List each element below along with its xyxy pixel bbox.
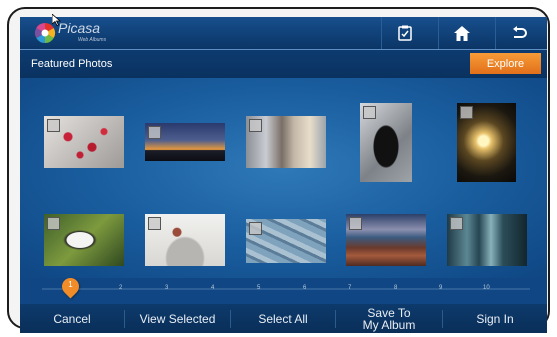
timeline-page[interactable]: 7 [348,285,351,291]
photo-thumbnail[interactable] [44,116,124,168]
timeline-track [42,288,530,290]
photo-thumbnail[interactable] [44,214,124,266]
home-button[interactable] [438,17,485,49]
photo-checkbox[interactable] [450,217,463,230]
app-title: Picasa [58,20,101,36]
timeline-page[interactable]: 2 [119,285,122,291]
timeline-page[interactable]: 5 [257,285,260,291]
photo-checkbox[interactable] [249,222,262,235]
back-arrow-icon [513,26,527,38]
mouse-cursor-icon [52,14,61,26]
timeline-page[interactable]: 3 [165,285,168,291]
top-bar: Picasa Web Albums [20,17,547,50]
bottom-bar: Cancel View Selected Select All Save To … [20,304,547,333]
page-timeline[interactable]: 1 2 3 4 5 6 7 8 9 10 [20,274,547,304]
photo-checkbox[interactable] [148,217,161,230]
app-subtitle: Web Albums [78,37,107,43]
photo-thumbnail[interactable] [447,214,527,266]
home-icon [454,25,470,41]
photo-checkbox[interactable] [349,217,362,230]
photo-thumbnail[interactable] [145,214,225,266]
timeline-current-label: 1 [68,280,73,289]
clipboard-button[interactable] [381,17,428,49]
photo-thumbnail[interactable] [145,123,225,161]
photo-checkbox[interactable] [363,106,376,119]
timeline-page[interactable]: 9 [439,285,442,291]
photo-checkbox[interactable] [249,119,262,132]
save-label-line2: My Album [362,317,416,332]
select-all-button[interactable]: Select All [231,304,335,333]
explore-button[interactable]: Explore [470,53,541,74]
photo-grid [20,78,547,278]
photo-checkbox[interactable] [148,126,161,139]
photo-thumbnail[interactable] [346,214,426,266]
section-title: Featured Photos [31,58,113,70]
timeline-page[interactable]: 8 [394,285,397,291]
view-selected-button[interactable]: View Selected [125,304,230,333]
photo-checkbox[interactable] [460,106,473,119]
section-bar: Featured Photos Explore [20,50,547,78]
timeline-page[interactable]: 4 [211,285,214,291]
photo-thumbnail[interactable] [246,219,326,263]
photo-thumbnail[interactable] [246,116,326,168]
timeline-page[interactable]: 6 [303,285,306,291]
app-screen: Picasa Web Albums Featured Photos Explor… [20,17,547,333]
cancel-button[interactable]: Cancel [20,304,124,333]
photo-thumbnail[interactable] [360,103,412,182]
save-to-album-button[interactable]: Save To My Album [336,304,442,333]
clipboard-icon [398,25,412,41]
timeline-page[interactable]: 10 [483,285,490,291]
photo-thumbnail[interactable] [457,103,516,182]
photo-checkbox[interactable] [47,119,60,132]
back-button[interactable] [495,17,542,49]
photo-checkbox[interactable] [47,217,60,230]
sign-in-button[interactable]: Sign In [443,304,547,333]
save-label-line1: Save To [367,305,411,320]
